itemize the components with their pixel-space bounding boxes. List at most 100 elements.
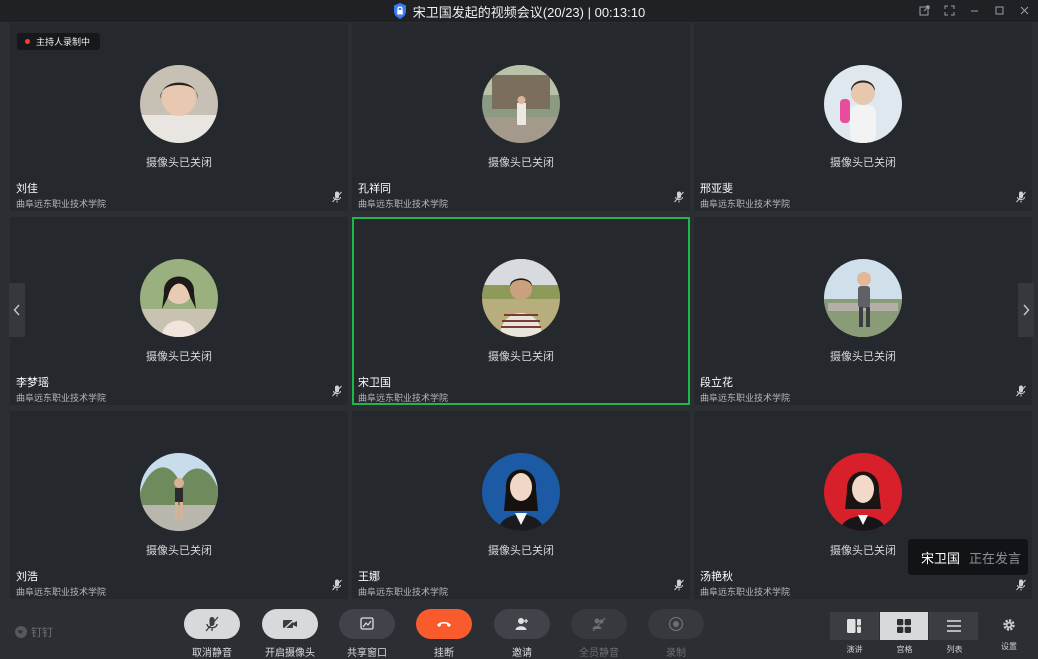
recording-dot-icon xyxy=(25,39,30,44)
speaking-indicator: 宋卫国 正在发言 xyxy=(908,539,1028,575)
gear-icon xyxy=(1003,619,1015,631)
mute-all-pill[interactable] xyxy=(571,609,627,639)
invite-pill[interactable] xyxy=(494,609,550,639)
participant-tile[interactable]: 摄像头已关闭 邢亚斐 曲阜远东职业技术学院 xyxy=(694,23,1032,211)
avatar xyxy=(140,453,218,531)
hangup-pill[interactable] xyxy=(416,609,472,639)
hangup-button[interactable]: 挂断 xyxy=(416,609,472,659)
camera-off-icon xyxy=(282,617,297,631)
hangup-label: 挂断 xyxy=(434,648,454,659)
invite-button[interactable]: 邀请 xyxy=(494,609,550,659)
unmute-button[interactable]: 取消静音 xyxy=(184,609,240,659)
camera-off-label: 摄像头已关闭 xyxy=(146,545,212,557)
camera-off-label: 摄像头已关闭 xyxy=(830,157,896,169)
window-controls xyxy=(916,2,1032,18)
recording-badge: 主持人录制中 xyxy=(17,33,101,50)
unmute-pill[interactable] xyxy=(184,609,240,639)
list-view-button[interactable] xyxy=(929,612,979,640)
participant-name: 刘佳 xyxy=(16,183,38,195)
settings-button[interactable]: 设置 xyxy=(996,618,1022,652)
mic-muted-icon xyxy=(332,385,342,397)
participant-name: 宋卫国 xyxy=(358,377,391,389)
participant-org: 曲阜远东职业技术学院 xyxy=(700,199,791,209)
participant-name: 孔祥同 xyxy=(358,183,391,195)
participant-tile[interactable]: 摄像头已关闭 孔祥同 曲阜远东职业技术学院 xyxy=(352,23,690,211)
participant-tile[interactable]: 摄像头已关闭 刘浩 曲阜远东职业技术学院 xyxy=(10,411,348,599)
camera-off-label: 摄像头已关闭 xyxy=(488,351,554,363)
participant-tile[interactable]: 摄像头已关闭 刘佳 曲阜远东职业技术学院 xyxy=(10,23,348,211)
close-icon[interactable] xyxy=(1016,2,1032,18)
participant-grid: 摄像头已关闭 刘佳 曲阜远东职业技术学院 摄像头已关闭 孔祥同 曲阜远东职业技术… xyxy=(10,23,1032,599)
list-icon xyxy=(946,620,961,632)
participant-name: 王娜 xyxy=(358,571,380,583)
participant-tile[interactable]: 摄像头已关闭 段立花 曲阜远东职业技术学院 xyxy=(694,217,1032,405)
avatar xyxy=(824,259,902,337)
avatar xyxy=(482,259,560,337)
mic-muted-icon xyxy=(674,579,684,591)
camera-off-label: 摄像头已关闭 xyxy=(146,157,212,169)
gallery-view-label: 宫格 xyxy=(896,645,913,654)
camera-pill[interactable] xyxy=(262,609,318,639)
mic-muted-icon xyxy=(1016,579,1026,591)
record-label: 录制 xyxy=(666,648,686,659)
participant-org: 曲阜远东职业技术学院 xyxy=(16,393,107,403)
participant-tile[interactable]: 摄像头已关闭 王娜 曲阜远东职业技术学院 xyxy=(352,411,690,599)
fullscreen-icon[interactable] xyxy=(941,2,957,18)
share-pill[interactable] xyxy=(339,609,395,639)
unmute-label: 取消静音 xyxy=(192,648,232,659)
participant-tile[interactable]: 摄像头已关闭 李梦瑶 曲阜远东职业技术学院 xyxy=(10,217,348,405)
mic-muted-icon xyxy=(205,616,219,632)
participant-name: 汤艳秋 xyxy=(700,571,733,583)
participant-org: 曲阜远东职业技术学院 xyxy=(700,393,791,403)
next-page-button[interactable] xyxy=(1018,283,1034,337)
brand: 钉钉 xyxy=(15,624,53,640)
avatar xyxy=(824,453,902,531)
mic-muted-icon xyxy=(1016,191,1026,203)
mic-muted-icon xyxy=(332,191,342,203)
participant-name: 邢亚斐 xyxy=(700,183,733,195)
participant-org: 曲阜远东职业技术学院 xyxy=(700,587,791,597)
restore-icon[interactable] xyxy=(916,2,932,18)
dingtalk-logo-icon xyxy=(15,626,27,638)
window-title: 宋卫国发起的视频会议(20/23) | 00:13:10 xyxy=(412,4,646,20)
avatar xyxy=(824,65,902,143)
record-button[interactable]: 录制 xyxy=(648,609,704,659)
speaker-view-label: 演讲 xyxy=(846,645,863,654)
camera-off-label: 摄像头已关闭 xyxy=(488,157,554,169)
speaker-view-button[interactable] xyxy=(830,612,879,640)
gallery-grid-icon xyxy=(897,619,911,633)
mic-muted-icon xyxy=(1016,385,1026,397)
minimize-icon[interactable] xyxy=(966,2,982,18)
participant-org: 曲阜远东职业技术学院 xyxy=(358,393,449,403)
mic-muted-icon xyxy=(332,579,342,591)
gallery-view-button[interactable] xyxy=(879,612,929,640)
prev-page-button[interactable] xyxy=(9,283,25,337)
list-view-label: 列表 xyxy=(946,645,963,654)
chevron-right-icon xyxy=(1023,304,1030,316)
camera-on-button[interactable]: 开启摄像头 xyxy=(262,609,318,659)
speaker-status: 正在发言 xyxy=(969,550,1022,566)
chevron-left-icon xyxy=(13,304,20,316)
share-window-label: 共享窗口 xyxy=(347,648,387,659)
camera-on-label: 开启摄像头 xyxy=(265,648,315,659)
mute-all-button[interactable]: 全员静音 xyxy=(571,609,627,659)
record-icon xyxy=(668,616,684,632)
avatar xyxy=(482,65,560,143)
participant-name: 李梦瑶 xyxy=(16,377,49,389)
record-pill[interactable] xyxy=(648,609,704,639)
share-screen-icon xyxy=(360,617,374,630)
camera-off-label: 摄像头已关闭 xyxy=(830,351,896,363)
meeting-toolbar: 钉钉 取消静音 开启摄像头 共享窗口 挂断 邀请 全员静音 录制 演讲 宫格 列… xyxy=(0,600,1038,659)
maximize-icon[interactable] xyxy=(991,2,1007,18)
speaker-name: 宋卫国 xyxy=(921,550,961,566)
title-bar: 宋卫国发起的视频会议(20/23) | 00:13:10 xyxy=(0,0,1038,22)
mic-muted-icon xyxy=(674,191,684,203)
settings-label: 设置 xyxy=(1001,642,1017,651)
camera-off-label: 摄像头已关闭 xyxy=(146,351,212,363)
view-switcher xyxy=(830,612,979,640)
recording-badge-label: 主持人录制中 xyxy=(36,37,91,47)
share-window-button[interactable]: 共享窗口 xyxy=(339,609,395,659)
avatar xyxy=(140,259,218,337)
speaker-layout-icon xyxy=(847,619,862,633)
participant-tile-active[interactable]: 摄像头已关闭 宋卫国 曲阜远东职业技术学院 xyxy=(352,217,690,405)
